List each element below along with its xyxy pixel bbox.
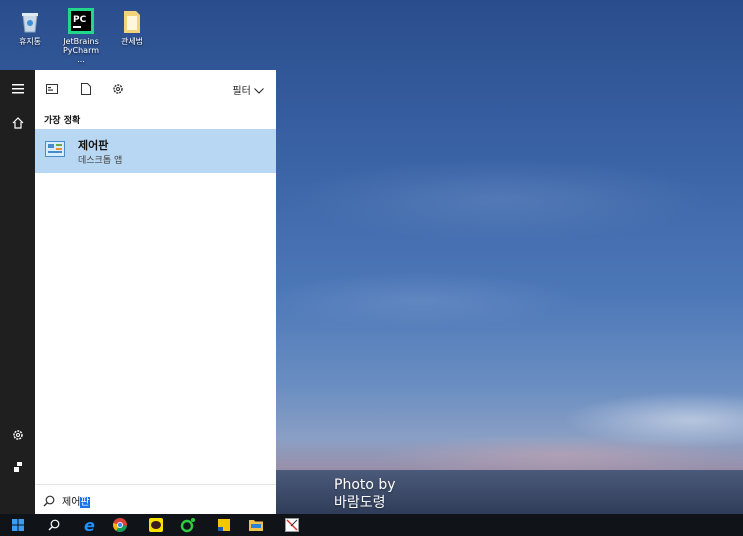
result-title: 제어판 [78, 139, 109, 152]
chrome-icon[interactable] [104, 514, 136, 536]
home-icon[interactable] [0, 106, 35, 140]
photo-credit: Photo by 바람도령 [334, 476, 396, 512]
hamburger-menu-icon[interactable] [0, 72, 35, 106]
file-explorer-icon[interactable] [240, 514, 272, 536]
recycle-bin-icon [17, 8, 43, 34]
svg-text:PC: PC [73, 15, 87, 25]
desktop-icon-folder[interactable]: 관세법 [110, 8, 154, 46]
best-match-result[interactable]: 제어판 데스크톱 앱 [35, 129, 276, 173]
photo-credit-line1: Photo by [334, 477, 396, 493]
documents-icon[interactable] [79, 82, 93, 96]
pycharm-icon: PC [68, 8, 94, 34]
search-query: 제어판 [62, 493, 90, 508]
svg-text:e: e [84, 517, 95, 533]
taskbar: e [0, 514, 743, 536]
edge-icon[interactable]: e [74, 514, 106, 536]
search-query-text: 제어 [62, 497, 81, 508]
search-toolbar: 필터 [35, 70, 276, 108]
start-rail [0, 70, 35, 514]
search-icon[interactable] [38, 514, 70, 536]
scissors-app-icon[interactable] [276, 514, 308, 536]
chevron-down-icon [254, 86, 264, 97]
photo-credit-line2: 바람도령 [334, 495, 386, 511]
desktop-icon-label: JetBrains PyCharm ... [62, 37, 100, 64]
search-panel: 필터 가장 정확 제어판 데스크톱 앱 제어판 [35, 70, 276, 514]
kakaotalk-icon[interactable] [140, 514, 172, 536]
desktop-icon-label: 휴지통 [18, 37, 42, 46]
control-panel-icon [45, 141, 65, 159]
search-icon [43, 492, 57, 507]
apps-icon[interactable] [45, 82, 59, 96]
search-query-selection: 판 [80, 497, 90, 508]
user-icon[interactable] [0, 450, 35, 484]
sticky-notes-icon[interactable] [208, 514, 240, 536]
settings-icon[interactable] [111, 82, 125, 96]
start-icon[interactable] [2, 514, 34, 536]
filter-button[interactable]: 필터 [232, 82, 264, 97]
search-input[interactable]: 제어판 [35, 484, 276, 514]
desktop-icon-pycharm[interactable]: PC JetBrains PyCharm ... [59, 8, 103, 64]
section-label-best-match: 가장 정확 [44, 116, 81, 126]
desktop-icon-label: 관세법 [120, 37, 144, 46]
desktop-icon-recycle-bin[interactable]: 휴지통 [8, 8, 52, 46]
line-app-icon[interactable] [172, 514, 204, 536]
result-subtitle: 데스크톱 앱 [78, 156, 123, 166]
folder-icon [119, 8, 145, 34]
settings-icon[interactable] [0, 418, 35, 452]
filter-label: 필터 [232, 86, 251, 97]
